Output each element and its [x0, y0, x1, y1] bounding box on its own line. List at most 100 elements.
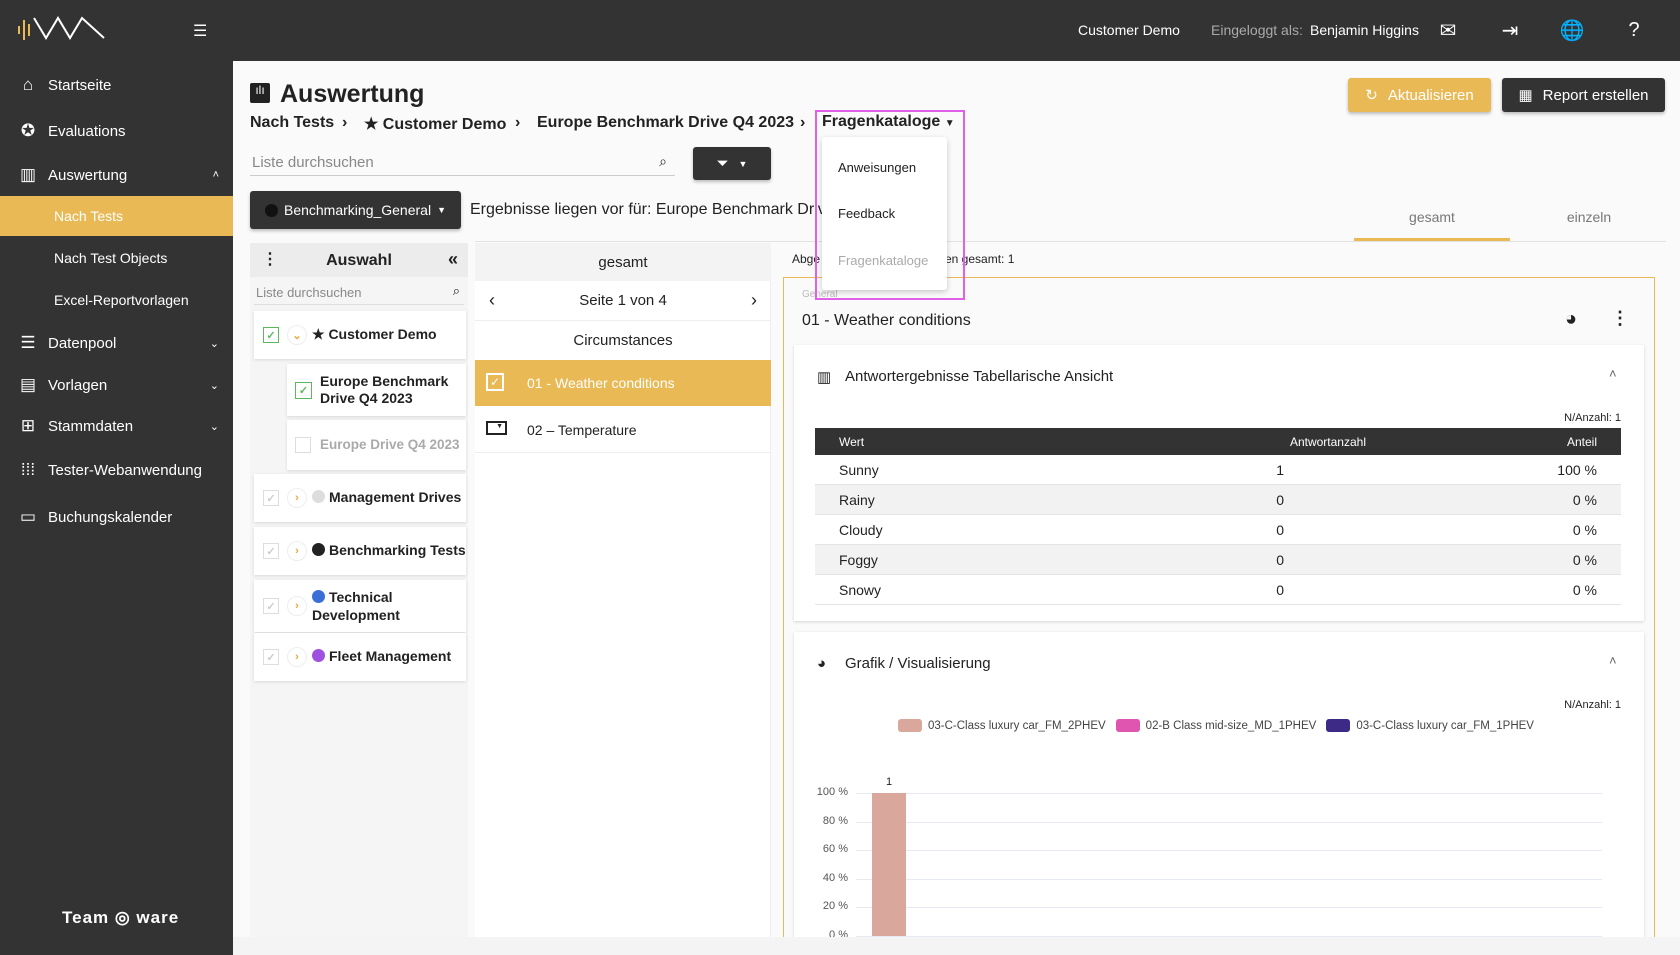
logout-icon[interactable]: ⇥ [1498, 18, 1522, 42]
list-item-technical-development[interactable]: ✓ › Technical Development [254, 580, 466, 632]
checkbox-disabled-icon[interactable]: ✓ [263, 490, 279, 506]
checkbox-checked-icon[interactable]: ✓ [486, 373, 504, 391]
legend-entry[interactable]: 03-C-Class luxury car_FM_2PHEV [898, 719, 1106, 732]
tab-einzeln[interactable]: einzeln [1511, 209, 1667, 225]
chart-card [794, 632, 1644, 952]
sidebar-subitem-nach-test-objects[interactable]: Nach Test Objects [0, 238, 233, 278]
collapse-sidebar-icon[interactable]: ☰ [193, 21, 207, 41]
cell-value: Sunny [839, 462, 879, 478]
legend-entry[interactable]: 02-B Class mid-size_MD_1PHEV [1115, 719, 1316, 732]
cell-share: 100 % [1557, 462, 1597, 478]
results-text: Ergebnisse liegen vor für: Europe Benchm… [470, 201, 826, 218]
mail-icon[interactable]: ✉ [1436, 18, 1460, 42]
cell-count: 0 [1276, 492, 1284, 508]
sidebar-item-tester-webanwendung[interactable]: ⁞⁞⁞ Tester-Webanwendung [0, 450, 233, 490]
pager: ‹ Seite 1 von 4 › [475, 281, 771, 321]
item-label: Fleet Management [329, 648, 452, 664]
menu-item-fragenkataloge[interactable]: Fragenkataloge [838, 253, 928, 268]
next-page-icon[interactable]: › [751, 290, 757, 311]
sidebar-item-vorlagen[interactable]: ▤ Vorlagen ⌄ [0, 365, 233, 405]
create-report-button[interactable]: ▦ Report erstellen [1502, 78, 1665, 112]
page-bottom [233, 937, 1680, 955]
sidebar-item-evaluations[interactable]: ✪ Evaluations [0, 111, 233, 151]
chevron-down-icon: ⌄ [209, 379, 219, 392]
help-icon[interactable]: ? [1622, 18, 1646, 42]
menu-item-anweisungen[interactable]: Anweisungen [838, 160, 916, 175]
filter-button[interactable]: ⏷ ▼ [693, 147, 771, 180]
color-dot-icon [312, 590, 325, 603]
tenant-name[interactable]: Customer Demo [1078, 22, 1180, 38]
sidebar-subitem-nach-tests[interactable]: Nach Tests [0, 196, 233, 236]
breadcrumb-separator: › [800, 114, 806, 131]
sidebar-item-buchungskalender[interactable]: ▭ Buchungskalender [0, 497, 233, 537]
legend-swatch [898, 719, 922, 732]
search-placeholder: Liste durchsuchen [252, 154, 374, 171]
checkbox-disabled-icon[interactable]: ✓ [263, 543, 279, 559]
selection-search-input[interactable]: Liste durchsuchen ⌕ [254, 281, 464, 305]
table-row: Cloudy 0 0 % [815, 515, 1621, 545]
table-card-title: Antwortergebnisse Tabellarische Ansicht [845, 368, 1114, 385]
chevron-right-icon[interactable]: › [287, 596, 307, 616]
legend-swatch [1326, 719, 1351, 732]
breadcrumb-customer-demo[interactable]: ★ Customer Demo [364, 114, 506, 134]
checkbox-checked-icon[interactable]: ✓ [295, 382, 312, 399]
chevron-right-icon[interactable]: › [287, 541, 307, 561]
home-icon: ⌂ [22, 75, 34, 94]
question-item-temperature[interactable]: ▼ 02 – Temperature [475, 406, 771, 453]
checkbox-disabled-icon[interactable]: ✓ [263, 649, 279, 665]
sidebar-item-startseite[interactable]: ⌂ Startseite [0, 65, 233, 105]
list-item-fleet-management[interactable]: ✓ › Fleet Management [254, 633, 466, 681]
dropdown-question-icon: ▼ [486, 421, 507, 435]
item-label: Benchmarking Tests [329, 542, 466, 558]
breadcrumb-nach-tests[interactable]: Nach Tests [250, 114, 334, 132]
collapse-up-icon[interactable]: ˄ [1609, 366, 1617, 381]
sidebar-item-datenpool[interactable]: ☰ Datenpool ⌄ [0, 323, 233, 363]
search-input[interactable]: Liste durchsuchen ⌕ [250, 150, 675, 176]
collapse-panel-icon[interactable]: « [448, 249, 458, 270]
item-label: ★ Customer Demo [312, 326, 437, 342]
list-item-europe-benchmark[interactable]: ✓ Europe Benchmark Drive Q4 2023 [287, 364, 466, 416]
color-dot-icon [312, 543, 325, 556]
cell-value: Cloudy [839, 522, 883, 538]
checkbox-disabled-icon[interactable]: ✓ [263, 598, 279, 614]
collapse-up-icon[interactable]: ˄ [1609, 653, 1617, 668]
pie-chart-icon[interactable]: ◕ [1565, 308, 1577, 331]
divider [475, 241, 1666, 242]
sidebar-item-auswertung[interactable]: ▥ Auswertung ˄ [0, 155, 233, 195]
selection-header: ⋮ Auswahl « [250, 243, 468, 277]
list-item-benchmarking-tests[interactable]: ✓ › Benchmarking Tests [254, 527, 466, 575]
legend-label: 03-C-Class luxury car_FM_2PHEV [928, 719, 1106, 732]
checkbox-unchecked-icon[interactable] [295, 437, 311, 453]
chevron-down-icon[interactable]: ⌄ [287, 325, 307, 345]
chart-icon: ılı [250, 83, 270, 103]
question-label: 01 - Weather conditions [527, 375, 675, 391]
tab-gesamt[interactable]: gesamt [1354, 209, 1510, 225]
more-vertical-icon[interactable]: ⋮ [1611, 308, 1629, 329]
checkbox-checked-icon[interactable]: ✓ [263, 327, 279, 343]
list-item-management-drives[interactable]: ✓ › Management Drives [254, 474, 466, 522]
sidebar-subitem-excel-reportvorlagen[interactable]: Excel-Reportvorlagen [0, 280, 233, 320]
column-header: Wert [839, 435, 865, 449]
group-select[interactable]: Benchmarking_General ▼ [250, 191, 461, 229]
item-label: Technical Development [312, 589, 400, 623]
chevron-right-icon[interactable]: › [287, 647, 307, 667]
cell-share: 0 % [1572, 492, 1597, 508]
question-item-weather[interactable]: ✓ 01 - Weather conditions [475, 360, 771, 406]
refresh-icon: ↻ [1365, 87, 1378, 104]
list-item-europe-drive[interactable]: Europe Drive Q4 2023 [287, 420, 466, 470]
cell-count: 0 [1276, 522, 1284, 538]
y-tick-label: 100 % [816, 786, 848, 798]
chevron-right-icon[interactable]: › [287, 488, 307, 508]
breadcrumb-europe-benchmark[interactable]: Europe Benchmark Drive Q4 2023 [537, 114, 794, 132]
legend-entry[interactable]: 03-C-Class luxury car_FM_1PHEV [1326, 719, 1534, 732]
breadcrumb-separator: › [515, 114, 521, 131]
refresh-button[interactable]: ↻ Aktualisieren [1348, 78, 1491, 112]
chart-bar[interactable] [872, 793, 906, 936]
sidebar-item-stammdaten[interactable]: ⊞ Stammdaten ⌄ [0, 406, 233, 446]
menu-item-feedback[interactable]: Feedback [838, 206, 895, 221]
table-row: Sunny 1 100 % [815, 455, 1621, 485]
globe-icon[interactable]: 🌐 [1560, 18, 1585, 42]
table-icon: ▥ [817, 369, 832, 386]
list-item-customer-demo[interactable]: ✓ ⌄ ★ Customer Demo [254, 311, 466, 359]
y-tick-label: 20 % [822, 900, 848, 913]
